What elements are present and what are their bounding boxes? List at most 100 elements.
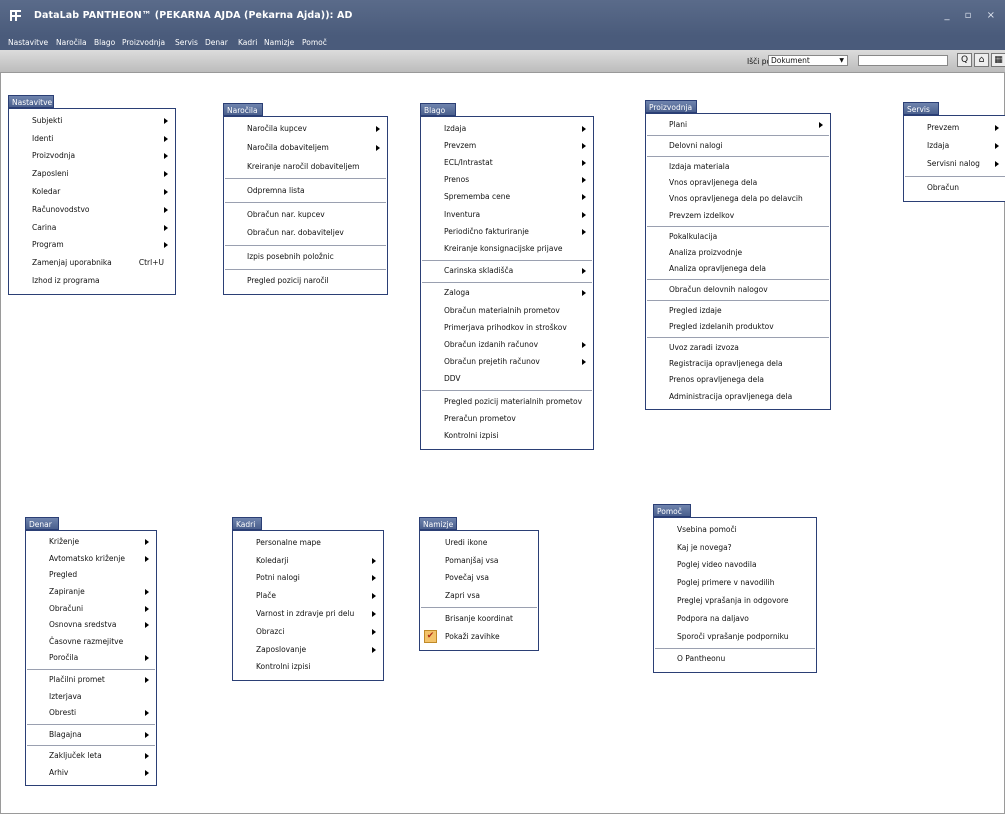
menu-item-nastavitve-4[interactable]: Koledar xyxy=(10,183,174,201)
menu-item-denar-10[interactable]: Izterjava xyxy=(27,688,155,705)
menu-title-proizvodnja[interactable]: Proizvodnja xyxy=(645,100,697,113)
menu-item-blago-15[interactable]: Obračun prejetih računov xyxy=(422,354,592,371)
search-button[interactable]: Q xyxy=(957,53,972,67)
menu-item-narocila-9[interactable]: Izpis posebnih položnic xyxy=(225,248,386,267)
menu-item-proizvodnja-7[interactable]: Prevzem izdelkov xyxy=(647,208,829,224)
menu-item-pomoc-8[interactable]: O Pantheonu xyxy=(655,651,815,669)
menu-item-nastavitve-7[interactable]: Program xyxy=(10,237,174,255)
menu-item-kadri-2[interactable]: Potni nalogi xyxy=(234,570,382,588)
menubar-pomoc[interactable]: Pomoč xyxy=(302,38,327,47)
menu-item-blago-13[interactable]: Primerjava prihodkov in stroškov xyxy=(422,319,592,336)
menubar-blago[interactable]: Blago xyxy=(94,38,115,47)
menu-item-narocila-2[interactable]: Kreiranje naročil dobaviteljem xyxy=(225,158,386,177)
menubar-nastavitve[interactable]: Nastavitve xyxy=(8,38,48,47)
menubar-servis[interactable]: Servis xyxy=(175,38,198,47)
menu-item-blago-18[interactable]: Pregled pozicij materialnih prometov xyxy=(422,393,592,410)
menu-item-namizje-5[interactable]: Brisanje koordinat xyxy=(421,610,537,628)
menu-item-denar-6[interactable]: Časovne razmejitve xyxy=(27,634,155,651)
menu-item-pomoc-1[interactable]: Kaj je novega? xyxy=(655,539,815,557)
menu-item-blago-14[interactable]: Obračun izdanih računov xyxy=(422,336,592,353)
menu-item-namizje-6[interactable]: ✔ Pokaži zavihke xyxy=(421,628,537,646)
menu-item-proizvodnja-15[interactable]: Pregled izdaje xyxy=(647,303,829,319)
menu-title-nastavitve[interactable]: Nastavitve xyxy=(8,95,54,108)
menu-item-nastavitve-5[interactable]: Računovodstvo xyxy=(10,201,174,219)
menu-item-proizvodnja-18[interactable]: Uvoz zaradi izvoza xyxy=(647,340,829,356)
menu-title-denar[interactable]: Denar xyxy=(25,517,59,530)
menu-item-blago-2[interactable]: ECL/Intrastat xyxy=(422,154,592,171)
menu-item-denar-1[interactable]: Avtomatsko križenje xyxy=(27,551,155,568)
menu-item-kadri-6[interactable]: Zaposlovanje xyxy=(234,641,382,659)
menu-item-proizvodnja-19[interactable]: Registracija opravljenega dela xyxy=(647,356,829,372)
menu-item-servis-1[interactable]: Izdaja xyxy=(905,137,1005,155)
menu-item-narocila-4[interactable]: Odpremna lista xyxy=(225,181,386,200)
menu-item-pomoc-5[interactable]: Podpora na daljavo xyxy=(655,610,815,628)
menu-item-proizvodnja-5[interactable]: Vnos opravljenega dela xyxy=(647,175,829,191)
menu-title-pomoc[interactable]: Pomoč xyxy=(653,504,691,517)
menu-item-servis-4[interactable]: Obračun xyxy=(905,179,1005,197)
menu-item-denar-5[interactable]: Osnovna sredstva xyxy=(27,617,155,634)
menu-item-servis-0[interactable]: Prevzem xyxy=(905,119,1005,137)
menu-item-blago-20[interactable]: Kontrolni izpisi xyxy=(422,427,592,444)
menu-item-denar-11[interactable]: Obresti xyxy=(27,705,155,722)
menu-item-blago-11[interactable]: Zaloga xyxy=(422,285,592,302)
menubar-namizje[interactable]: Namizje xyxy=(264,38,294,47)
menu-item-blago-1[interactable]: Prevzem xyxy=(422,137,592,154)
menu-item-nastavitve-2[interactable]: Proizvodnja xyxy=(10,148,174,166)
menu-item-pomoc-3[interactable]: Poglej primere v navodilih xyxy=(655,574,815,592)
menu-item-proizvodnja-6[interactable]: Vnos opravljenega dela po delavcih xyxy=(647,191,829,207)
menu-title-blago[interactable]: Blago xyxy=(420,103,456,116)
window-button[interactable]: ▦ xyxy=(991,53,1005,67)
menu-item-denar-3[interactable]: Zapiranje xyxy=(27,584,155,601)
menu-item-pomoc-4[interactable]: Preglej vprašanja in odgovore xyxy=(655,592,815,610)
menu-item-proizvodnja-2[interactable]: Delovni nalogi xyxy=(647,138,829,154)
search-type-select[interactable]: Dokument ▼ xyxy=(768,55,848,66)
menu-item-proizvodnja-4[interactable]: Izdaja materiala xyxy=(647,159,829,175)
menu-item-proizvodnja-9[interactable]: Pokalkulacija xyxy=(647,229,829,245)
menu-item-blago-5[interactable]: Inventura xyxy=(422,206,592,223)
menu-title-kadri[interactable]: Kadri xyxy=(232,517,262,530)
menu-item-blago-19[interactable]: Preračun prometov xyxy=(422,410,592,427)
menu-item-pomoc-0[interactable]: Vsebina pomoči xyxy=(655,521,815,539)
window-controls[interactable]: _ ▫ × xyxy=(944,10,1001,21)
search-input[interactable] xyxy=(858,55,948,66)
menubar-narocila[interactable]: Naročila xyxy=(56,38,87,47)
menu-item-blago-4[interactable]: Sprememba cene xyxy=(422,189,592,206)
menu-item-namizje-1[interactable]: Pomanjšaj vsa xyxy=(421,552,537,570)
menu-title-narocila[interactable]: Naročila xyxy=(223,103,263,116)
menu-item-kadri-0[interactable]: Personalne mape xyxy=(234,534,382,552)
menu-item-narocila-1[interactable]: Naročila dobaviteljem xyxy=(225,139,386,158)
home-button[interactable]: ⌂ xyxy=(974,53,989,67)
menu-item-blago-9[interactable]: Carinska skladišča xyxy=(422,263,592,280)
menu-item-kadri-3[interactable]: Plače xyxy=(234,587,382,605)
menu-item-narocila-6[interactable]: Obračun nar. kupcev xyxy=(225,205,386,224)
menu-item-blago-7[interactable]: Kreiranje konsignacijske prijave xyxy=(422,240,592,257)
menu-item-nastavitve-1[interactable]: Identi xyxy=(10,130,174,148)
menubar-denar[interactable]: Denar xyxy=(205,38,228,47)
menu-item-proizvodnja-16[interactable]: Pregled izdelanih produktov xyxy=(647,319,829,335)
menu-item-narocila-11[interactable]: Pregled pozicij naročil xyxy=(225,272,386,291)
menu-item-nastavitve-0[interactable]: Subjekti xyxy=(10,112,174,130)
menu-item-denar-13[interactable]: Blagajna xyxy=(27,727,155,744)
menu-item-kadri-5[interactable]: Obrazci xyxy=(234,623,382,641)
menu-item-namizje-3[interactable]: Zapri vsa xyxy=(421,587,537,605)
menu-item-proizvodnja-13[interactable]: Obračun delovnih nalogov xyxy=(647,282,829,298)
menu-item-namizje-2[interactable]: Povečaj vsa xyxy=(421,570,537,588)
menu-item-blago-6[interactable]: Periodično fakturiranje xyxy=(422,223,592,240)
menu-item-denar-4[interactable]: Obračuni xyxy=(27,600,155,617)
menu-item-proizvodnja-21[interactable]: Administracija opravljenega dela xyxy=(647,389,829,405)
menu-item-denar-2[interactable]: Pregled xyxy=(27,567,155,584)
menubar-kadri[interactable]: Kadri xyxy=(238,38,257,47)
menu-title-servis[interactable]: Servis xyxy=(903,102,939,115)
menu-item-blago-12[interactable]: Obračun materialnih prometov xyxy=(422,302,592,319)
menu-item-nastavitve-3[interactable]: Zaposleni xyxy=(10,165,174,183)
menu-item-nastavitve-8[interactable]: Zamenjaj uporabnika Ctrl+U xyxy=(10,254,174,272)
menu-item-blago-3[interactable]: Prenos xyxy=(422,172,592,189)
menu-item-denar-0[interactable]: Križenje xyxy=(27,534,155,551)
menu-item-blago-0[interactable]: Izdaja xyxy=(422,120,592,137)
menu-item-proizvodnja-20[interactable]: Prenos opravljenega dela xyxy=(647,372,829,388)
menu-item-pomoc-2[interactable]: Poglej video navodila xyxy=(655,557,815,575)
menu-item-denar-7[interactable]: Poročila xyxy=(27,650,155,667)
menu-item-pomoc-6[interactable]: Sporoči vprašanje podporniku xyxy=(655,628,815,646)
menu-item-kadri-1[interactable]: Koledarji xyxy=(234,552,382,570)
menu-item-proizvodnja-11[interactable]: Analiza opravljenega dela xyxy=(647,261,829,277)
